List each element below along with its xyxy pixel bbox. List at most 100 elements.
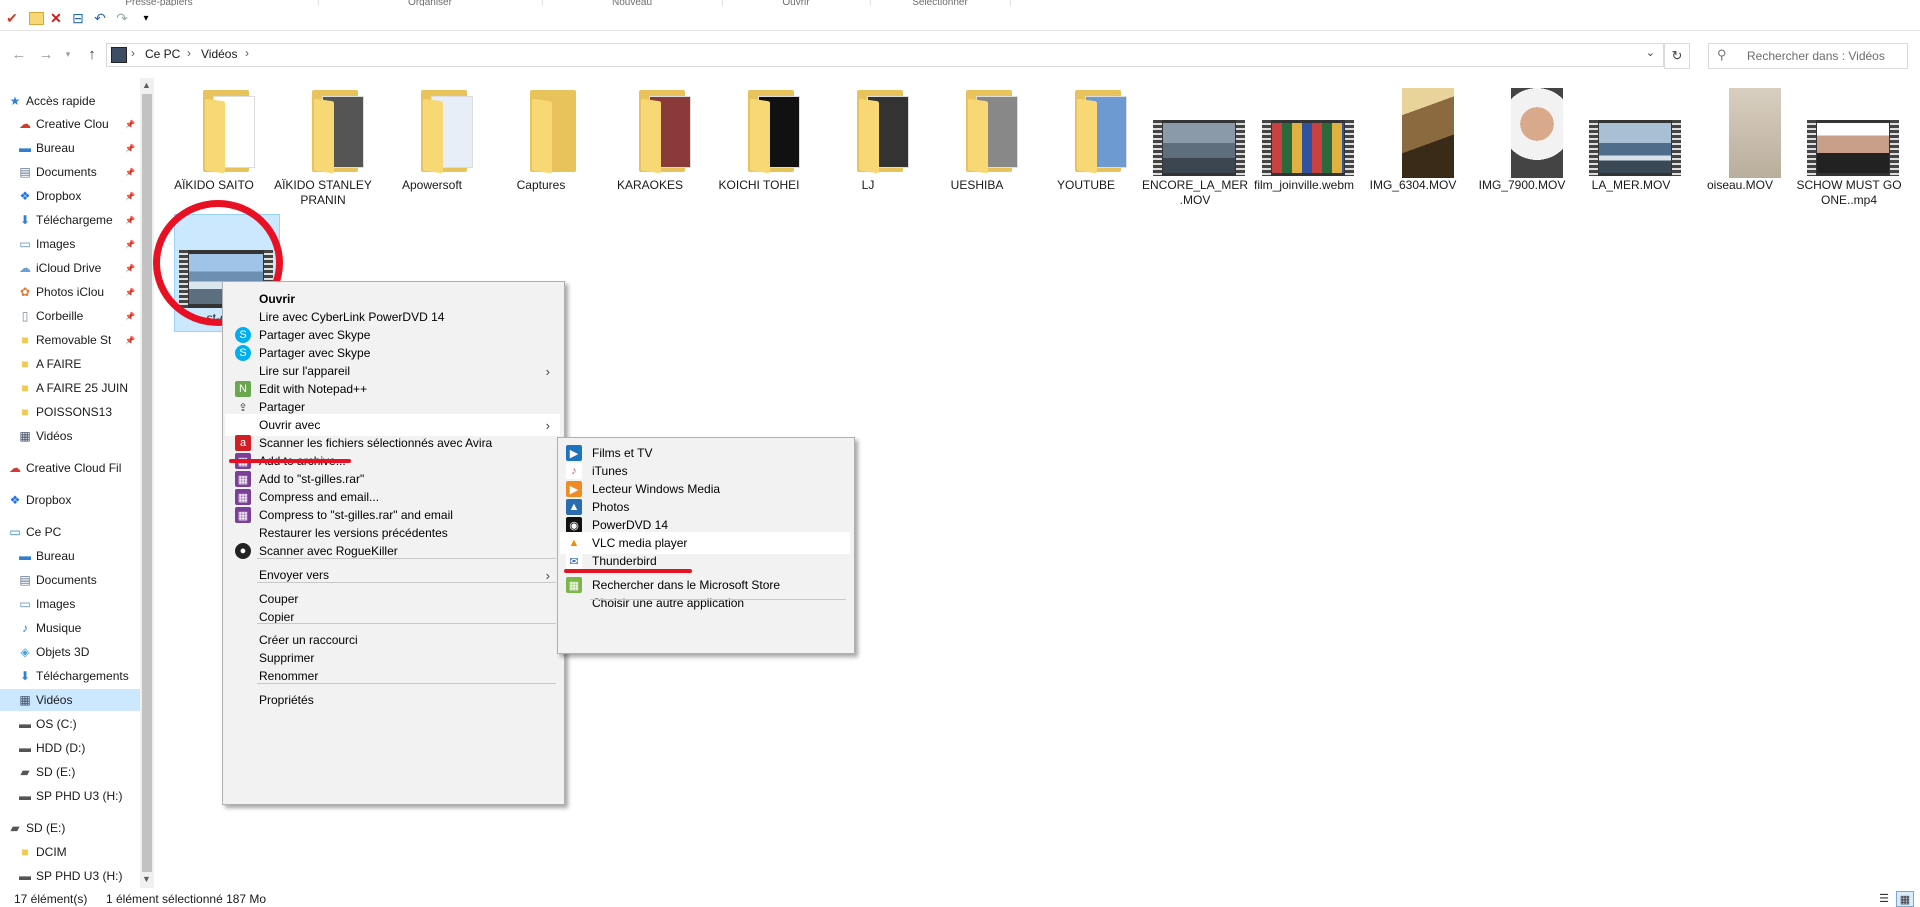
- sidebar-item[interactable]: ☁ iCloud Drive 📌: [0, 257, 154, 279]
- sidebar-item[interactable]: ▬ SP PHD U3 (H:): [0, 865, 154, 887]
- open-with-item[interactable]: Choisir une autre application: [560, 592, 850, 614]
- sidebar-item[interactable]: ▦ Vidéos: [0, 689, 154, 711]
- sidebar-item[interactable]: ▬ HDD (D:): [0, 737, 154, 759]
- sidebar-item-label: Documents: [36, 165, 97, 179]
- context-menu-item[interactable]: Copier: [225, 606, 560, 628]
- folder-item[interactable]: KOICHI TOHEI: [705, 82, 813, 202]
- sidebar-item[interactable]: ▰ SD (E:): [0, 761, 154, 783]
- menu-item-label: Scanner avec RogueKiller: [259, 544, 398, 558]
- sidebar-item[interactable]: ▬ SP PHD U3 (H:): [0, 785, 154, 807]
- scrollbar-thumb[interactable]: [142, 94, 152, 872]
- sidebar-item[interactable]: ▭ Images: [0, 593, 154, 615]
- file-item[interactable]: film_joinville.webm: [1250, 82, 1358, 202]
- sidebar-item[interactable]: ✿ Photos iClou 📌: [0, 281, 154, 303]
- sidebar-item[interactable]: ▤ Documents: [0, 569, 154, 591]
- file-item[interactable]: IMG_7900.MOV: [1468, 82, 1576, 202]
- sidebar-item[interactable]: ★ Accès rapide: [0, 90, 154, 112]
- pin-icon: 📌: [125, 191, 135, 201]
- sidebar-item[interactable]: ♪ Musique: [0, 617, 154, 639]
- download-icon: ⬇: [19, 213, 31, 227]
- folder-item[interactable]: Captures: [487, 82, 595, 202]
- sidebar-item[interactable]: ▯ Corbeille 📌: [0, 305, 154, 327]
- up-button[interactable]: ↑: [82, 44, 102, 64]
- details-view-icon[interactable]: ☰: [1876, 891, 1892, 905]
- folder-item[interactable]: AÏKIDO SAITO: [160, 82, 268, 202]
- scroll-up-icon[interactable]: ▲: [142, 80, 151, 90]
- breadcrumb-separator[interactable]: ›: [187, 46, 191, 60]
- sidebar-item[interactable]: ☁ Creative Clou 📌: [0, 113, 154, 135]
- file-item[interactable]: ENCORE_LA_MER.MOV: [1141, 82, 1249, 207]
- sidebar-item[interactable]: ■ DCIM: [0, 841, 154, 863]
- breadcrumb-separator[interactable]: ›: [245, 46, 249, 60]
- new-folder-icon[interactable]: [28, 10, 44, 26]
- customize-icon[interactable]: ▾: [138, 10, 154, 26]
- folder-item[interactable]: LJ: [814, 82, 922, 202]
- forward-button[interactable]: →: [36, 44, 56, 64]
- file-item[interactable]: SCHOW MUST GO ONE..mp4: [1795, 82, 1903, 207]
- breadcrumb-videos[interactable]: Vidéos: [201, 47, 237, 61]
- menu-item-label: PowerDVD 14: [592, 518, 669, 532]
- context-menu: Ouvrir Lire avec CyberLink PowerDVD 14 S Pa…: [222, 281, 565, 805]
- sidebar-item[interactable]: ⬇ Téléchargeme 📌: [0, 209, 154, 231]
- folder-item[interactable]: YOUTUBE: [1032, 82, 1140, 202]
- folder-item[interactable]: AÏKIDO STANLEY PRANIN: [269, 82, 377, 207]
- sidebar-scrollbar[interactable]: ▲ ▼: [140, 78, 154, 888]
- sidebar-item[interactable]: ❖ Dropbox 📌: [0, 185, 154, 207]
- sidebar-item[interactable]: ☁ Creative Cloud Fil: [0, 457, 154, 479]
- menu-item-label: Créer un raccourci: [259, 633, 358, 647]
- context-menu-item[interactable]: Propriétés: [225, 689, 560, 711]
- breadcrumb-separator[interactable]: ›: [131, 46, 135, 60]
- undo-icon[interactable]: ↶: [92, 10, 108, 26]
- search-input[interactable]: ⚲ Rechercher dans : Vidéos: [1708, 43, 1908, 69]
- sidebar-item[interactable]: ▦ Vidéos: [0, 425, 154, 447]
- sidebar-item[interactable]: ▰ SD (E:): [0, 817, 154, 839]
- sidebar-item[interactable]: ■ A FAIRE 25 JUIN: [0, 377, 154, 399]
- sidebar-item[interactable]: ▭ Ce PC: [0, 521, 154, 543]
- objects-3d-icon: ◈: [20, 645, 30, 659]
- video-thumbnail: [1262, 120, 1354, 178]
- scroll-down-icon[interactable]: ▼: [142, 874, 151, 884]
- sidebar-item[interactable]: ▬ OS (C:): [0, 713, 154, 735]
- thunderbird-icon: ✉: [566, 553, 582, 569]
- menu-item-label: Copier: [259, 610, 295, 624]
- delete-icon[interactable]: ✕: [48, 10, 64, 26]
- properties-icon[interactable]: ✔: [4, 10, 20, 26]
- large-icons-view-icon[interactable]: ▦: [1896, 891, 1914, 907]
- sidebar-item[interactable]: ◈ Objets 3D: [0, 641, 154, 663]
- menu-item-label: Ouvrir: [259, 292, 296, 306]
- file-item[interactable]: oiseau.MOV: [1686, 82, 1794, 202]
- sidebar-item[interactable]: ■ POISSONS13: [0, 401, 154, 423]
- sidebar-item[interactable]: ▬ Bureau: [0, 545, 154, 567]
- chevron-down-icon[interactable]: ⌄: [1646, 46, 1655, 59]
- sidebar-item[interactable]: ■ Removable St 📌: [0, 329, 154, 351]
- address-bar[interactable]: › Ce PC › Vidéos › ⌄: [106, 43, 1664, 67]
- sidebar-item[interactable]: ❖ Dropbox: [0, 489, 154, 511]
- sidebar-item[interactable]: ▬ Bureau 📌: [0, 137, 154, 159]
- sd-card-icon: ▰: [20, 765, 30, 779]
- rename-icon[interactable]: ⊟: [70, 10, 86, 26]
- folder-icon: [748, 90, 800, 174]
- video-thumbnail: [1589, 120, 1681, 178]
- folder-item[interactable]: UESHIBA: [923, 82, 1031, 202]
- sidebar-item-label: SD (E:): [36, 765, 76, 779]
- redo-icon[interactable]: ↷: [114, 10, 130, 26]
- menu-item-label: Add to "st-gilles.rar": [259, 472, 365, 486]
- back-button[interactable]: ←: [9, 44, 29, 64]
- menu-item-label: Restaurer les versions précédentes: [259, 526, 448, 540]
- sidebar-item-label: Images: [36, 237, 76, 251]
- file-item[interactable]: IMG_6304.MOV: [1359, 82, 1467, 202]
- sidebar-item[interactable]: ▤ Documents 📌: [0, 161, 154, 183]
- recent-locations-button[interactable]: ▾: [58, 44, 78, 64]
- refresh-button[interactable]: ↻: [1664, 43, 1690, 69]
- breadcrumb-ce-pc[interactable]: Ce PC: [145, 47, 180, 61]
- menu-item-label: Compress to "st-gilles.rar" and email: [259, 508, 453, 522]
- sidebar-item[interactable]: ■ A FAIRE: [0, 353, 154, 375]
- itunes-icon: ♪: [566, 463, 582, 479]
- folder-item[interactable]: Apowersoft: [378, 82, 486, 202]
- sidebar-item[interactable]: ⬇ Téléchargements: [0, 665, 154, 687]
- annotation-underline: [564, 569, 692, 573]
- sidebar-item[interactable]: ▭ Images 📌: [0, 233, 154, 255]
- folder-item[interactable]: KARAOKES: [596, 82, 704, 202]
- skype-icon: S: [235, 327, 251, 343]
- file-item[interactable]: LA_MER.MOV: [1577, 82, 1685, 202]
